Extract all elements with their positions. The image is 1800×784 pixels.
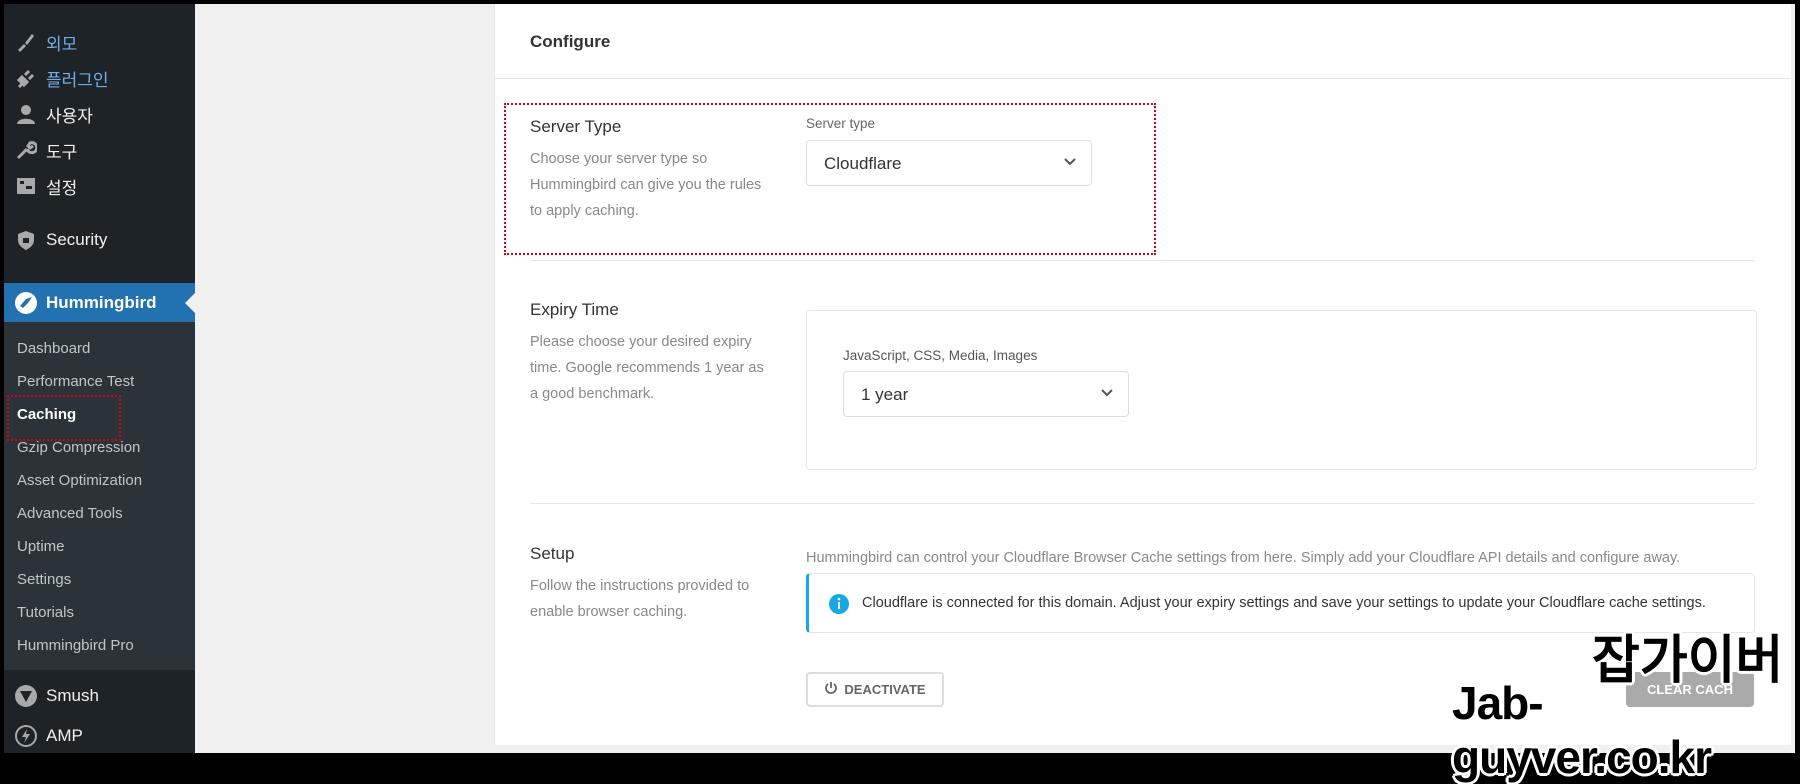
power-icon: [824, 681, 838, 698]
server-type-description: Choose your server type so Hummingbird c…: [530, 151, 762, 219]
submenu-item-dashboard[interactable]: Dashboard: [17, 337, 90, 361]
watermark-url: Jab-guyver.co.kr: [1452, 677, 1712, 783]
setup-description: Follow the instructions provided to enab…: [530, 578, 750, 620]
chevron-down-icon: [1100, 386, 1114, 405]
admin-sidebar: 외모 플러그인 사용자 도구 설정 Security Hummingbird D…: [4, 4, 195, 753]
sidebar-item-hummingbird[interactable]: Hummingbird: [4, 283, 195, 323]
settings-icon: [14, 174, 38, 198]
sidebar-item-settings[interactable]: 설정: [4, 166, 195, 206]
sidebar-item-label: AMP: [46, 726, 83, 745]
sidebar-item-appearance[interactable]: 외모: [4, 22, 195, 62]
server-type-selected-value: Cloudflare: [824, 154, 902, 173]
sidebar-item-label: 외모: [46, 34, 78, 54]
setup-intro-text: Hummingbird can control your Cloudflare …: [806, 550, 1681, 566]
user-icon: [14, 102, 38, 126]
sidebar-item-amp[interactable]: AMP: [4, 716, 195, 756]
submenu-item-advanced-tools[interactable]: Advanced Tools: [17, 502, 123, 526]
info-icon: [829, 594, 849, 619]
expiry-selected-value: 1 year: [861, 385, 909, 404]
panel-header: Configure: [495, 4, 1791, 79]
expiry-time-description: Please choose your desired expiry time. …: [530, 334, 764, 402]
submenu-item-hummingbird-pro[interactable]: Hummingbird Pro: [17, 634, 134, 658]
chevron-down-icon: [1063, 155, 1077, 174]
expiry-select[interactable]: 1 year: [843, 371, 1129, 417]
shield-icon: [14, 228, 38, 252]
setup-title: Setup: [530, 544, 575, 563]
sidebar-item-label: 도구: [46, 142, 78, 162]
server-type-select[interactable]: Cloudflare: [806, 140, 1092, 186]
smush-icon: [14, 684, 38, 708]
submenu-item-settings[interactable]: Settings: [17, 568, 71, 592]
hummingbird-submenu: Dashboard Performance Test Caching Gzip …: [4, 322, 195, 670]
expiry-time-title: Expiry Time: [530, 300, 619, 319]
sidebar-item-smush[interactable]: Smush: [4, 676, 195, 716]
paintbrush-icon: [14, 30, 38, 54]
submenu-item-performance-test[interactable]: Performance Test: [17, 370, 134, 394]
sidebar-item-label: Hummingbird: [46, 293, 157, 312]
panel-title: Configure: [530, 32, 611, 51]
wrench-icon: [14, 138, 38, 162]
sidebar-item-label: 설정: [46, 178, 78, 198]
notice-text: Cloudflare is connected for this domain.…: [862, 595, 1706, 611]
plugin-icon: [14, 66, 38, 90]
expiry-field-label: JavaScript, CSS, Media, Images: [843, 348, 1038, 363]
sidebar-item-label: 사용자: [46, 106, 93, 126]
section-divider: [530, 260, 1755, 261]
sidebar-item-label: Smush: [46, 686, 99, 705]
sidebar-item-tools[interactable]: 도구: [4, 130, 195, 170]
amp-icon: [14, 724, 38, 748]
submenu-item-tutorials[interactable]: Tutorials: [17, 601, 74, 625]
caching-highlight-box: [7, 395, 121, 441]
sidebar-item-users[interactable]: 사용자: [4, 94, 195, 134]
sidebar-item-security[interactable]: Security: [4, 220, 195, 260]
sidebar-item-label: Security: [46, 230, 108, 249]
sidebar-item-label: 플러그인: [46, 70, 109, 90]
deactivate-button[interactable]: DEACTIVATE: [806, 672, 944, 707]
server-type-field-label: Server type: [806, 116, 876, 131]
current-menu-arrow: [185, 293, 195, 313]
submenu-item-uptime[interactable]: Uptime: [17, 535, 65, 559]
sidebar-item-plugins[interactable]: 플러그인: [4, 58, 195, 98]
server-type-title: Server Type: [530, 117, 622, 136]
hummingbird-icon: [14, 291, 38, 315]
section-divider: [530, 503, 1755, 504]
deactivate-label: DEACTIVATE: [844, 682, 926, 697]
submenu-item-asset-optimization[interactable]: Asset Optimization: [17, 469, 142, 493]
